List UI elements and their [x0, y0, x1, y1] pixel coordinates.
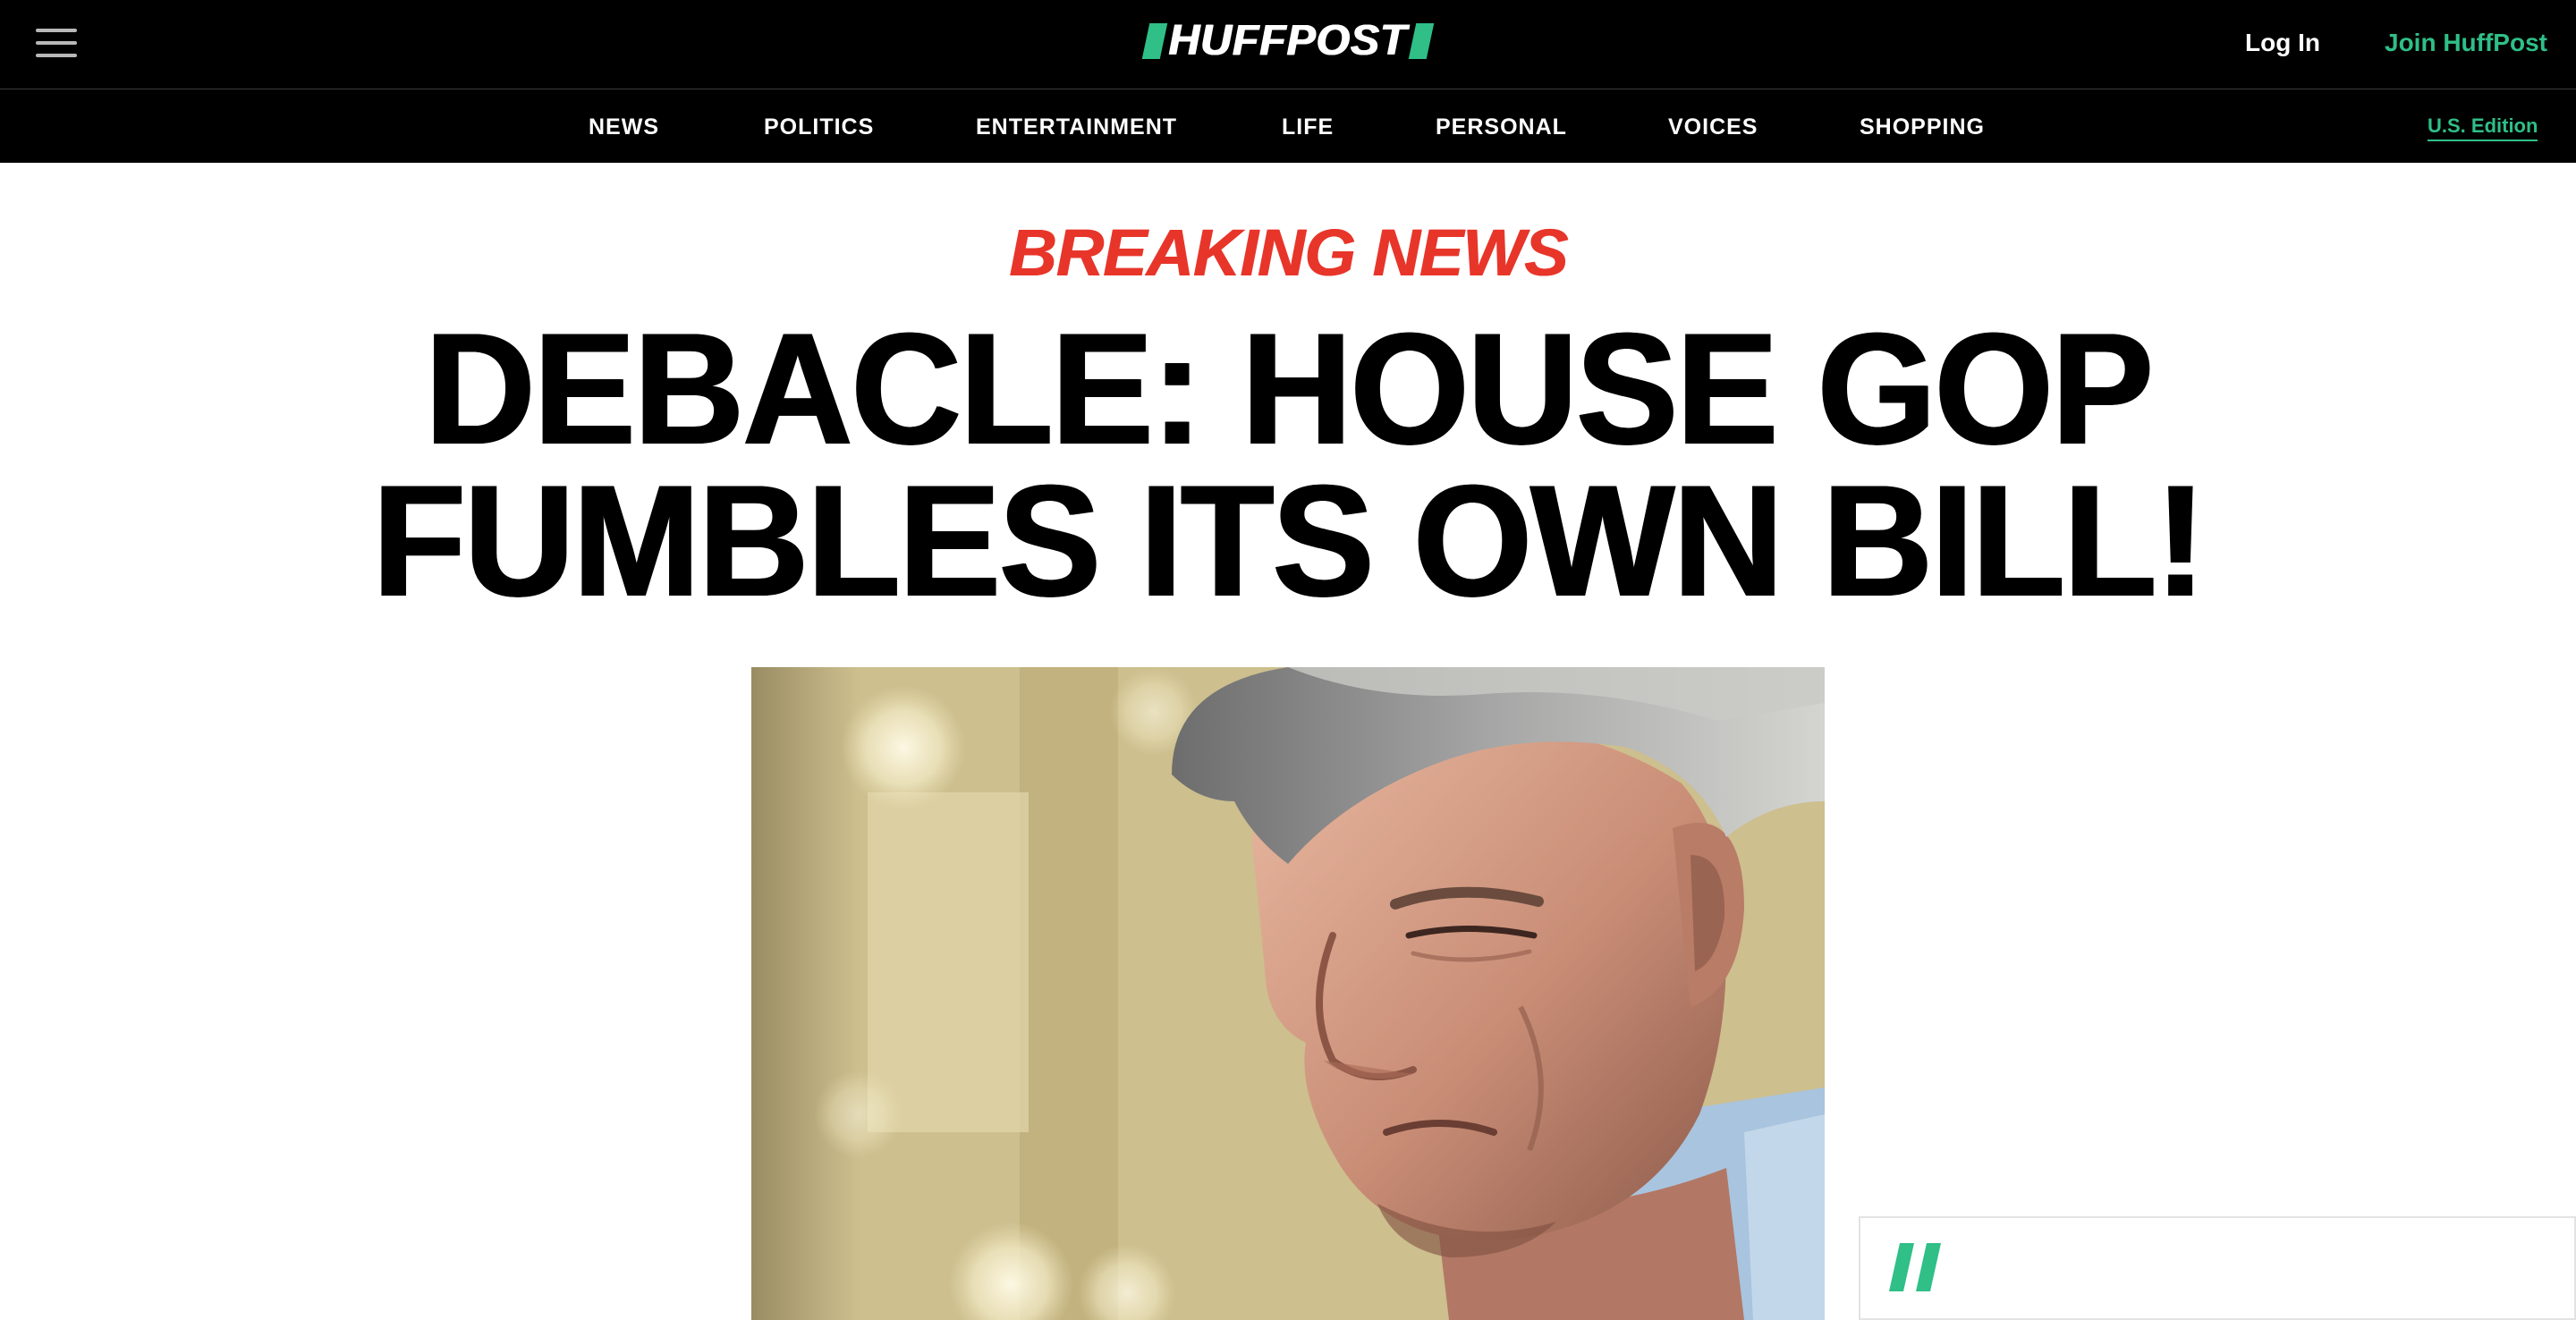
nav-item-entertainment[interactable]: ENTERTAINMENT	[976, 113, 1177, 141]
edition-selector-link[interactable]: U.S. Edition	[2428, 113, 2538, 141]
nav-item-politics[interactable]: POLITICS	[764, 113, 874, 141]
logo-text: HUFFPOST	[1168, 17, 1408, 64]
hamburger-menu-icon[interactable]	[36, 27, 77, 59]
nav-item-voices[interactable]: VOICES	[1668, 113, 1758, 141]
hero-photo[interactable]	[751, 667, 1825, 1320]
logo-left-bar	[1141, 23, 1167, 59]
hero-photo-illustration	[751, 667, 1825, 1320]
main-headline[interactable]: DEBACLE: HOUSE GOP FUMBLES ITS OWN BILL!	[309, 309, 2267, 621]
huffpost-logo[interactable]: HUFFPOST	[1136, 17, 1440, 64]
headline-line-2: FUMBLES ITS OWN BILL!	[372, 452, 2206, 630]
section-nav-bar: NEWS POLITICS ENTERTAINMENT LIFE PERSONA…	[0, 89, 2576, 163]
logo-right-bar	[1409, 23, 1435, 59]
nav-item-personal[interactable]: PERSONAL	[1436, 113, 1567, 141]
nav-item-news[interactable]: NEWS	[589, 113, 659, 141]
nav-item-shopping[interactable]: SHOPPING	[1860, 113, 1985, 141]
breaking-news-kicker: BREAKING NEWS	[1008, 216, 1568, 290]
join-huffpost-link[interactable]: Join HuffPost	[2385, 27, 2547, 59]
corner-ad-box[interactable]	[1859, 1216, 2576, 1320]
login-link[interactable]: Log In	[2245, 27, 2320, 59]
top-header-bar: HUFFPOST Log In Join HuffPost	[0, 0, 2576, 89]
nav-item-life[interactable]: LIFE	[1282, 113, 1334, 141]
huffpost-slash-icon	[1889, 1243, 1941, 1291]
